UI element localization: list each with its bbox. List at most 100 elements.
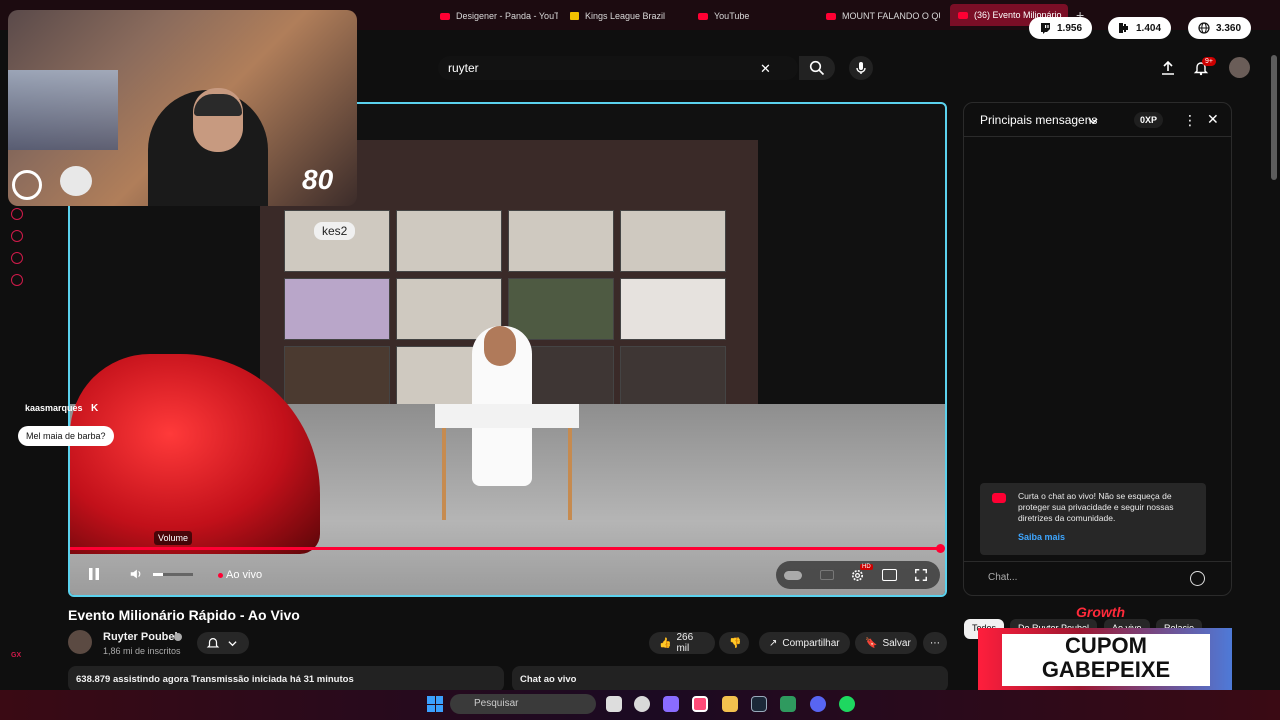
search-input[interactable]: ruyter <box>448 61 479 75</box>
growth-logo: Growth <box>1076 604 1125 620</box>
more-actions-button[interactable]: ⋯ <box>923 632 947 654</box>
video-tile <box>620 278 726 340</box>
save-button[interactable]: 🔖 Salvar <box>855 632 917 654</box>
app-icon[interactable] <box>780 696 796 712</box>
autoplay-toggle[interactable] <box>784 571 802 580</box>
share-button[interactable]: ↗ Compartilhar <box>759 632 850 654</box>
chevron-down-icon[interactable] <box>1088 116 1098 126</box>
twitch-count: 1.956 <box>1057 22 1083 34</box>
search-button[interactable] <box>799 56 835 80</box>
live-chat-panel: Principais mensagens 0XP ⋮ ✕ Curta o cha… <box>963 102 1232 596</box>
sidebar-player-icon[interactable] <box>11 208 23 220</box>
channel-name[interactable]: Ruyter Poubel <box>103 631 178 643</box>
volume-slider[interactable] <box>153 573 193 576</box>
tab-mount[interactable]: MOUNT FALANDO O QUE <box>826 6 940 26</box>
chat-welcome-notice: Curta o chat ao vivo! Não se esqueça de … <box>980 483 1206 555</box>
video-tile <box>284 346 390 408</box>
tab-youtube[interactable]: YouTube <box>698 6 808 26</box>
notice-text: Curta o chat ao vivo! Não se esqueça de … <box>1018 491 1174 524</box>
desk-leg <box>568 428 572 520</box>
tab-designer[interactable]: Desigener - Panda - YouTu <box>440 6 558 26</box>
chat-live-label: Chat ao vivo <box>520 674 577 685</box>
streamer-webcam: 80 <box>8 10 357 206</box>
subscription-bell-button[interactable] <box>197 632 249 654</box>
start-tile <box>435 696 443 704</box>
chevron-down-icon <box>228 641 237 647</box>
video-title: Evento Milionário Rápido - Ao Vivo <box>68 607 300 623</box>
start-tile <box>427 696 435 704</box>
chat-header: Principais mensagens 0XP ⋮ ✕ <box>964 103 1231 137</box>
verified-icon <box>174 633 182 641</box>
kick-icon: K <box>91 403 99 414</box>
notifications-badge: 9+ <box>1202 57 1216 66</box>
theater-mode-icon[interactable] <box>882 569 897 581</box>
more-options-icon[interactable]: ⋮ <box>1183 112 1197 129</box>
spotify-icon[interactable] <box>839 696 855 712</box>
subtitles-icon[interactable] <box>820 570 834 580</box>
player-right-controls: HD <box>776 561 940 589</box>
live-progress-bar[interactable] <box>70 547 941 550</box>
page-scrollbar[interactable] <box>1271 55 1277 180</box>
start-tile <box>435 704 443 712</box>
voice-search-button[interactable] <box>849 56 873 80</box>
tab-kings-league[interactable]: Kings League Brazil <box>570 6 690 26</box>
volume-icon[interactable] <box>129 567 143 581</box>
clear-search-icon[interactable]: ✕ <box>760 61 771 77</box>
search-bar[interactable]: ruyter ✕ <box>438 56 798 80</box>
copilot-icon[interactable] <box>663 696 679 712</box>
globe-icon <box>1198 22 1210 34</box>
video-description-bar[interactable]: 638.879 assistindo agora Transmissão ini… <box>68 666 504 692</box>
total-count: 3.360 <box>1216 22 1242 34</box>
live-label[interactable]: Ao vivo <box>226 569 262 581</box>
file-explorer-icon[interactable] <box>722 696 738 712</box>
chat-input[interactable]: Chat... <box>964 561 1231 597</box>
live-dot-icon <box>218 573 223 578</box>
emoji-icon[interactable] <box>1190 571 1205 586</box>
fullscreen-icon[interactable] <box>914 568 928 582</box>
xp-badge[interactable]: 0XP <box>1134 112 1164 128</box>
app-icon[interactable] <box>634 696 650 712</box>
upload-icon[interactable] <box>1160 60 1176 76</box>
tab-label: Desigener - Panda - YouTu <box>456 11 558 21</box>
sidebar-history-icon[interactable] <box>11 230 23 242</box>
volume-slider-fill <box>153 573 163 576</box>
steam-icon[interactable] <box>751 696 767 712</box>
video-tile <box>396 210 502 272</box>
like-button[interactable]: 👍 266 mil <box>649 632 715 654</box>
skull-icon <box>60 166 92 196</box>
chat-input-placeholder: Chat... <box>988 572 1018 583</box>
taskbar-search[interactable]: Pesquisar <box>450 694 596 714</box>
windows-start-icon[interactable] <box>427 696 443 712</box>
sidebar-extensions-icon[interactable] <box>11 252 23 264</box>
microphone-icon <box>856 62 866 74</box>
share-label: Compartilhar <box>782 637 840 649</box>
youtube-icon <box>440 12 450 20</box>
progress-scrubber[interactable] <box>936 544 945 553</box>
total-viewer-counter: 3.360 <box>1188 17 1252 39</box>
pause-icon[interactable] <box>86 566 102 582</box>
kick-count: 1.404 <box>1136 22 1162 34</box>
opera-gx-icon[interactable] <box>692 696 708 712</box>
video-tile <box>284 278 390 340</box>
video-tile <box>508 210 614 272</box>
overlay-chat-username: kaasmarques <box>25 403 83 413</box>
start-tile <box>427 704 435 712</box>
learn-more-link[interactable]: Saiba mais <box>1018 532 1196 544</box>
channel-avatar[interactable] <box>68 630 92 654</box>
chat-live-tab[interactable]: Chat ao vivo <box>512 666 948 692</box>
task-view-icon[interactable] <box>606 696 622 712</box>
kick-icon <box>1119 23 1128 33</box>
sidebar-settings-icon[interactable] <box>11 274 23 286</box>
tab-label: YouTube <box>714 11 750 21</box>
account-avatar[interactable] <box>1229 57 1250 78</box>
coupon-line-1: CUPOM <box>1065 633 1147 658</box>
webcam-cap <box>194 94 242 116</box>
chat-mode-dropdown[interactable]: Principais mensagens <box>980 113 1097 127</box>
view-and-start-info: 638.879 assistindo agora Transmissão ini… <box>76 674 354 685</box>
overlay-chat-message: Mel maia de barba? <box>18 426 114 446</box>
coupon-text: CUPOM GABEPEIXE <box>1002 634 1210 682</box>
settings-gear-icon[interactable] <box>850 568 865 583</box>
close-chat-icon[interactable]: ✕ <box>1207 111 1219 128</box>
discord-icon[interactable] <box>810 696 826 712</box>
dislike-button[interactable]: 👎 <box>719 632 749 654</box>
